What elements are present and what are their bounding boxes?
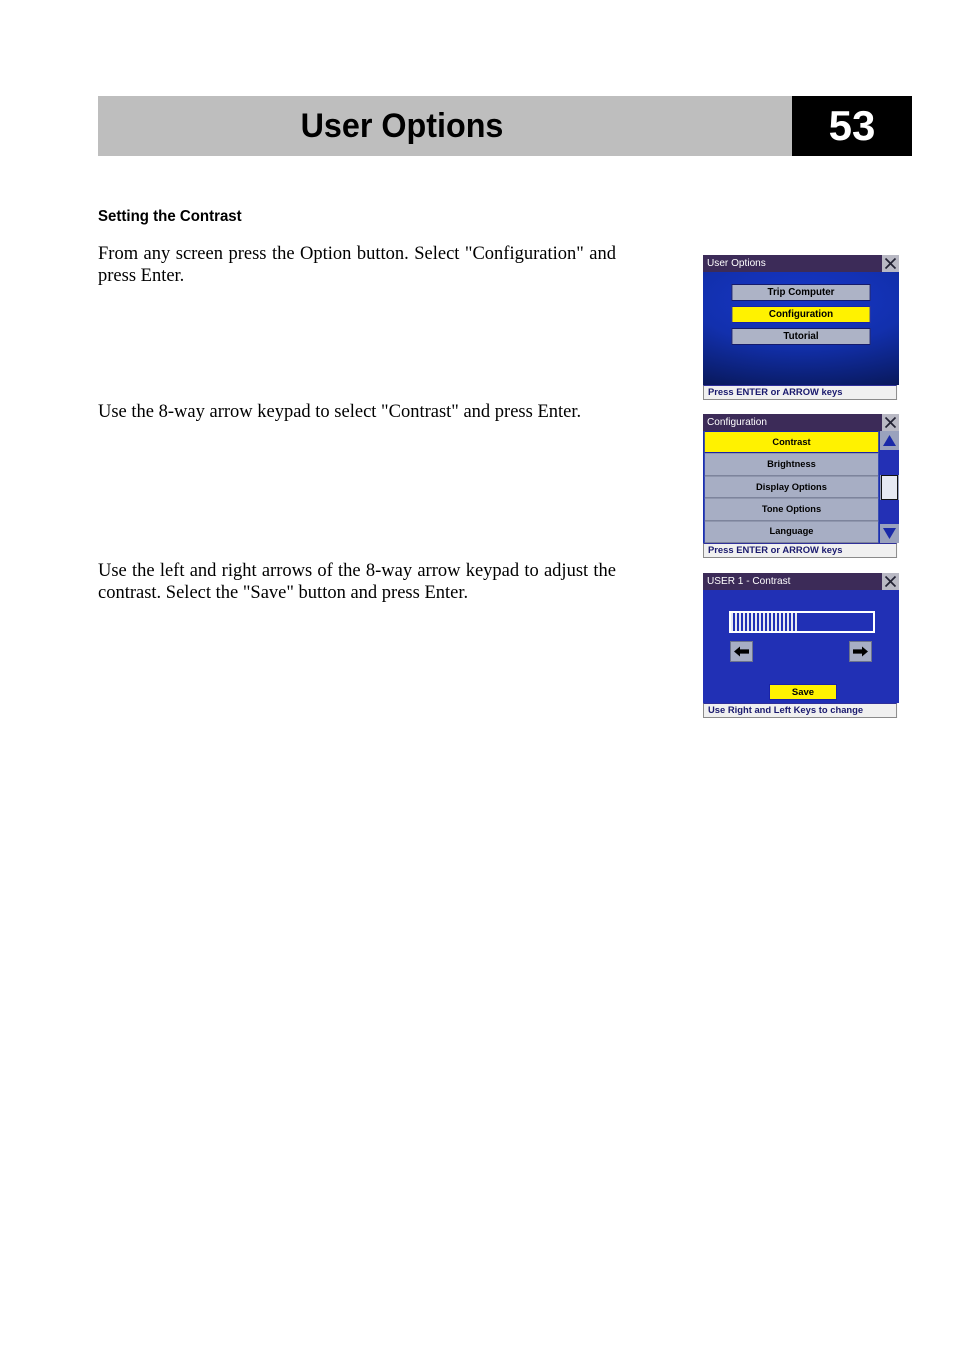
section-heading-wrap: Setting the Contrast xyxy=(98,208,658,248)
scrollbar-track-lower[interactable] xyxy=(880,499,899,524)
list-item-tone-options[interactable]: Tone Options xyxy=(704,498,879,521)
contrast-level-fill xyxy=(731,613,799,631)
scrollbar-track-upper[interactable] xyxy=(880,450,899,475)
arrow-right-icon[interactable] xyxy=(849,641,872,662)
paragraph-2: Use the 8-way arrow keypad to select "Co… xyxy=(98,402,582,422)
page-header: User Options 53 xyxy=(98,96,912,156)
page-number-box: 53 xyxy=(792,96,912,156)
page-title: User Options xyxy=(300,106,504,145)
section-heading: Setting the Contrast xyxy=(98,208,242,225)
screen-body: Contrast Brightness Display Options Tone… xyxy=(703,431,899,544)
screen-body: Trip Computer Configuration Tutorial xyxy=(703,272,899,385)
screenshot-contrast: USER 1 - Contrast Save Use Right and Lef… xyxy=(703,573,899,718)
page-header-band: User Options xyxy=(98,96,792,156)
configuration-list: Contrast Brightness Display Options Tone… xyxy=(703,431,880,544)
titlebar: USER 1 - Contrast xyxy=(703,573,899,590)
paragraph-3: Use the left and right arrows of the 8-w… xyxy=(98,561,616,603)
close-icon[interactable] xyxy=(882,414,899,431)
screen-body: Save xyxy=(703,590,899,703)
status-bar: Press ENTER or ARROW keys xyxy=(703,543,898,558)
list-item-language[interactable]: Language xyxy=(704,520,879,544)
arrow-left-icon[interactable] xyxy=(730,641,753,662)
screenshot-user-options: User Options Trip Computer Configuration… xyxy=(703,255,899,400)
contrast-segment xyxy=(795,613,799,631)
titlebar: Configuration xyxy=(703,414,899,431)
titlebar-title: User Options xyxy=(707,257,766,270)
scrollbar[interactable] xyxy=(880,431,899,543)
status-bar: Press ENTER or ARROW keys xyxy=(703,385,898,400)
screenshot-configuration: Configuration Contrast Brightness Displa… xyxy=(703,414,899,558)
menu-button-configuration[interactable]: Configuration xyxy=(731,306,871,323)
paragraph-1: From any screen press the Option button.… xyxy=(98,244,616,286)
contrast-level-bar[interactable] xyxy=(729,611,875,633)
close-icon[interactable] xyxy=(882,573,899,590)
titlebar: User Options xyxy=(703,255,899,272)
list-item-brightness[interactable]: Brightness xyxy=(704,453,879,476)
list-item-display-options[interactable]: Display Options xyxy=(704,475,879,499)
triangle-down-icon[interactable] xyxy=(880,524,899,543)
status-bar: Use Right and Left Keys to change xyxy=(703,703,898,718)
titlebar-title: USER 1 - Contrast xyxy=(707,575,791,588)
scrollbar-thumb[interactable] xyxy=(881,474,898,500)
titlebar-title: Configuration xyxy=(707,416,767,429)
save-button[interactable]: Save xyxy=(769,684,837,700)
menu-button-trip-computer[interactable]: Trip Computer xyxy=(731,284,871,301)
list-item-contrast[interactable]: Contrast xyxy=(704,431,879,454)
triangle-up-icon[interactable] xyxy=(880,431,899,450)
close-icon[interactable] xyxy=(882,255,899,272)
page-number: 53 xyxy=(828,102,876,149)
menu-button-tutorial[interactable]: Tutorial xyxy=(731,328,871,345)
